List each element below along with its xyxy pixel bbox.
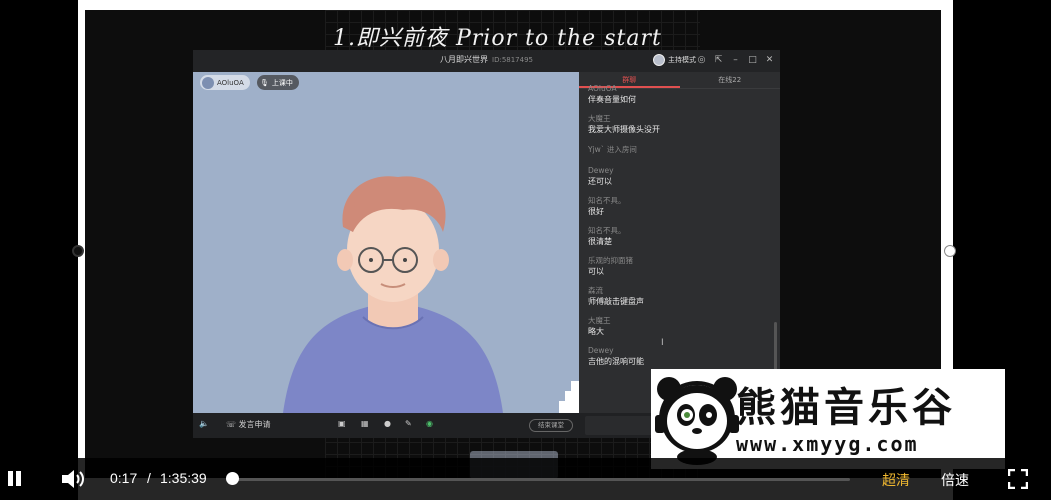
end-class-button[interactable]: 结束课堂 (529, 419, 573, 432)
video-player[interactable]: 1.即兴前夜 Prior to the start 八月即兴世界 ID:58174… (0, 0, 1051, 500)
right-resize-handle[interactable] (944, 245, 956, 257)
message-author: 知名不具。 (588, 226, 626, 235)
share-icon[interactable]: ◉ (426, 419, 433, 428)
message-author: 乐观的抑面猪 (588, 256, 633, 265)
watermark-title: 熊猫音乐谷 (736, 385, 956, 431)
quality-button[interactable]: 超清 (882, 470, 910, 490)
pause-button[interactable] (4, 469, 24, 489)
left-resize-handle[interactable] (72, 245, 84, 257)
host-mode-button[interactable]: 主持模式 (653, 54, 696, 66)
user-chip: AOluOA (200, 75, 250, 90)
board-heading: 1.即兴前夜 Prior to the start (333, 26, 662, 51)
pause-icon-bar (16, 471, 21, 486)
message-author: Dewey (588, 346, 614, 355)
room-name: 八月即兴世界 (440, 55, 488, 64)
chat-message: AOluOA 伴奏音量如何 (588, 84, 773, 106)
system-message: Yjw` 进入房间 (588, 145, 637, 154)
progress-bar[interactable] (230, 478, 850, 481)
window-titlebar: 八月即兴世界 ID:5817495 主持模式 ◎ ⇱ – □ ✕ (193, 50, 780, 72)
panda-icon (655, 377, 739, 465)
current-time: 0:17 (110, 470, 138, 486)
mic-icon: 🎙 (260, 78, 269, 87)
chat-messages: AOluOA 伴奏音量如何 大魔王 我爱大师摄像头没开 Yjw` 进入房间 De… (588, 84, 773, 376)
maximize-icon[interactable]: □ (748, 54, 757, 66)
message-text: 很好 (588, 207, 604, 216)
chat-panel: 群聊 在线22 AOluOA 伴奏音量如何 大魔王 我爱大师摄像头没开 Yjw`… (579, 72, 780, 413)
host-avatar (653, 54, 665, 66)
message-text: 伴奏音量如何 (588, 95, 636, 104)
host-mode-label: 主持模式 (668, 56, 696, 64)
person-illustration (283, 176, 503, 413)
progress-knob[interactable] (225, 472, 239, 485)
chat-message: 乐观的抑面猪 可以 (588, 256, 773, 278)
message-author: Dewey (588, 166, 614, 175)
apply-speak-button[interactable]: ☏ 发言申请 (226, 419, 271, 430)
user-avatar (202, 76, 214, 89)
bars-decoration (559, 381, 579, 413)
camera-icon[interactable]: ▣ (338, 419, 346, 428)
message-author: 森流 (588, 286, 603, 295)
message-author: AOluOA (588, 84, 617, 93)
chat-message: 知名不具。 很好 (588, 196, 773, 218)
chat-message: 大魔王 我爱大师摄像头没开 (588, 114, 773, 136)
class-status-badge: 🎙 上课中 (257, 75, 299, 90)
speaker-icon[interactable]: 🔈 (199, 419, 209, 428)
phone-icon: ☏ (226, 420, 239, 429)
message-author: 大魔王 (588, 114, 611, 123)
camera-view: AOluOA 🎙 上课中 (193, 72, 579, 413)
volume-icon[interactable] (60, 467, 86, 491)
player-controls: 0:17 / 1:35:39 超清 倍速 (0, 458, 1051, 500)
fullscreen-icon[interactable] (1008, 469, 1028, 489)
message-author: 大魔王 (588, 316, 611, 325)
message-text: 可以 (588, 267, 604, 276)
message-text: 师傅敲击键盘声 (588, 297, 644, 306)
class-status-label: 上课中 (271, 78, 293, 87)
popout-icon[interactable]: ⇱ (714, 54, 723, 66)
message-text: 略大 (588, 327, 604, 336)
edit-icon[interactable]: ✎ (405, 419, 412, 428)
chat-message: 知名不具。 很清楚 (588, 226, 773, 248)
microphone-icon[interactable]: ● (384, 419, 391, 428)
minimize-icon[interactable]: – (731, 54, 740, 66)
chat-message: Dewey 还可以 (588, 166, 773, 188)
speed-button[interactable]: 倍速 (941, 470, 969, 490)
watermark-logo: 熊猫音乐谷 www.xmyyg.com (651, 369, 1005, 469)
time-separator: / (147, 470, 151, 486)
room-id: ID:5817495 (492, 56, 533, 64)
message-text: 很清楚 (588, 237, 612, 246)
text-cursor-icon: I (661, 338, 664, 348)
image-icon[interactable]: ▦ (361, 419, 369, 428)
duration: 1:35:39 (160, 470, 207, 486)
close-icon[interactable]: ✕ (765, 54, 774, 66)
message-text: 还可以 (588, 177, 612, 186)
message-author: 知名不具。 (588, 196, 626, 205)
apply-speak-label: 发言申请 (238, 420, 271, 429)
chat-message: Dewey 吉他的混响可能 (588, 346, 773, 368)
chat-message: 森流 师傅敲击键盘声 (588, 286, 773, 308)
settings-icon[interactable]: ◎ (697, 54, 706, 66)
watermark-url: www.xmyyg.com (736, 432, 919, 456)
pause-icon (8, 471, 13, 486)
message-text: 我爱大师摄像头没开 (588, 125, 660, 134)
message-text: 吉他的混响可能 (588, 357, 644, 366)
chat-message: 大魔王 略大 (588, 316, 773, 338)
user-name: AOluOA (217, 78, 244, 87)
